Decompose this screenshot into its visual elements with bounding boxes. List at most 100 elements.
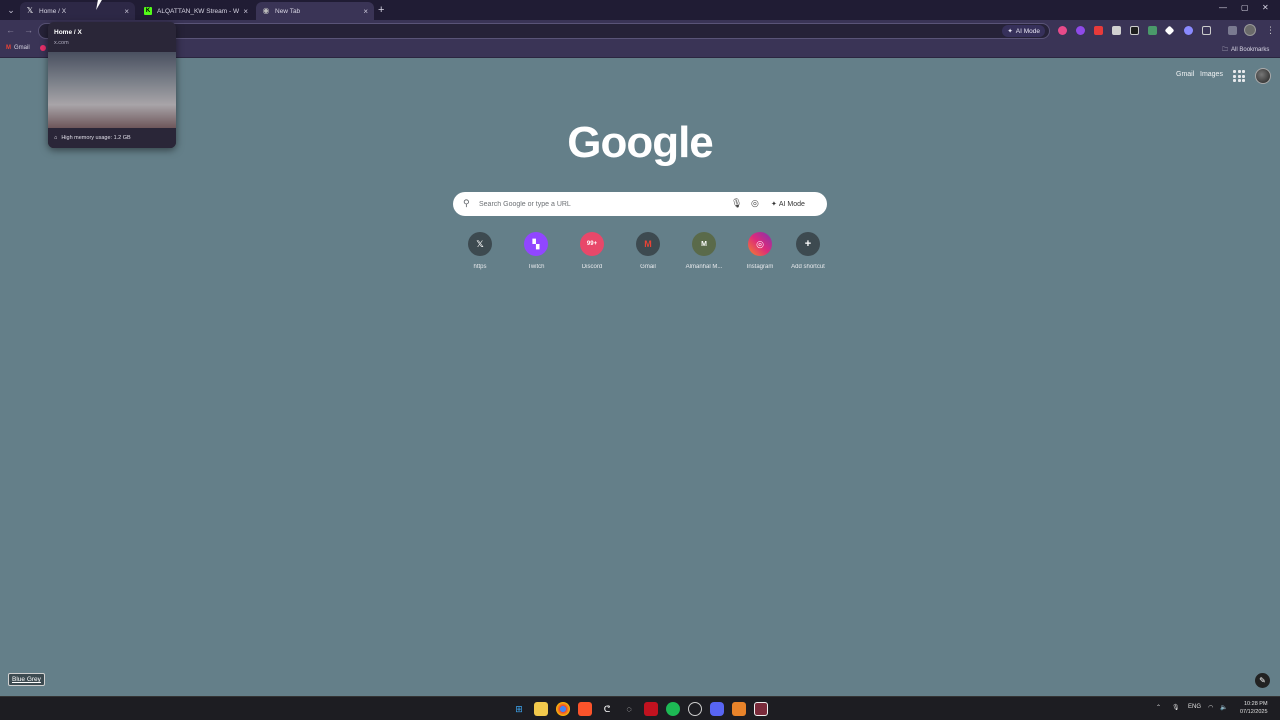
sparkle-search-icon: ✦ [771,201,777,208]
shortcut-label: Twitch [527,264,545,270]
all-bookmarks-label: All Bookmarks [1231,47,1270,53]
ai-mode-label: AI Mode [778,200,805,208]
images-link[interactable]: Images [1200,71,1223,78]
search-icon: ⚲ [463,198,470,208]
bookmark-red[interactable] [40,45,46,51]
profile-avatar[interactable] [1244,24,1256,36]
steam-icon[interactable] [688,702,702,716]
search-box[interactable]: ⚲ 🎙 ◎ ✦ AI Mode [453,192,827,216]
shortcut-label: Gmail [640,264,656,270]
discord-shortcut-icon: 99+ [580,232,604,256]
shortcut-add[interactable]: + Add shortcut [780,232,836,276]
file-explorer-icon[interactable] [534,702,548,716]
chrome-icon[interactable] [556,702,570,716]
tray-chevron-icon[interactable]: ⌃ [1156,704,1161,711]
tab-close-icon[interactable]: × [363,7,368,16]
orange-app-icon[interactable] [732,702,746,716]
mic-tray-icon[interactable]: 🎙 [1172,704,1180,711]
loading-ring-icon[interactable]: ◌ [622,702,636,716]
shortcut-label: Discord [581,264,603,270]
tab-title: New Tab [275,7,301,15]
tab-close-icon[interactable]: × [124,7,129,16]
discord-icon[interactable] [710,702,724,716]
shortcut-discord[interactable]: 99+ Discord [564,232,620,276]
shortcut-gmail[interactable]: M Gmail [620,232,676,276]
extensions-puzzle-icon[interactable] [1202,26,1211,35]
hover-card-domain: x.com [54,40,69,46]
folder-icon: 🗀 [1222,47,1229,53]
shortcut-twitch[interactable]: ▚ Twitch [508,232,564,276]
ai-mode-button[interactable]: ✦ AI Mode [771,197,805,211]
minimize-icon[interactable]: — [1219,3,1227,12]
instagram-shortcut-icon: ◎ [748,232,772,256]
x-shortcut-icon: 𝕏 [468,232,492,256]
kick-logo-icon: K [144,7,152,15]
tab-home-x[interactable]: 𝕏 Home / X × [20,2,135,20]
x-logo-icon: 𝕏 [26,6,34,15]
spotify-icon[interactable] [666,702,680,716]
add-shortcut-icon: + [796,232,820,256]
shortcut-label: Add shortcut [791,264,825,270]
bookmark-gmail[interactable]: M Gmail [6,45,30,51]
gmail-shortcut-icon: M [636,232,660,256]
address-bar[interactable]: ✦ AI Mode [38,23,1050,39]
tab-search-chevron-icon[interactable]: ⌄ [4,3,18,17]
back-icon[interactable]: ← [6,25,15,35]
omnibox-ai-mode-button[interactable]: ✦ AI Mode [1002,25,1045,37]
google-lens-icon[interactable]: ◎ [751,198,759,209]
account-avatar[interactable] [1255,68,1271,84]
bookmark-label: Gmail [14,45,30,51]
volume-icon[interactable]: 🔈 [1220,704,1227,711]
shortcuts-grid: 𝕏 https ▚ Twitch 99+ Discord M Gmail M A… [452,232,836,276]
tab-groups-icon[interactable] [1228,26,1237,35]
brave-icon[interactable] [578,702,592,716]
language-indicator[interactable]: ENG [1188,704,1201,710]
tab-alqattan-stream[interactable]: K ALQATTAN_KW Stream - Watc × [138,2,254,20]
shortcut-almanhal[interactable]: M Almanhal M... [676,232,732,276]
almanhal-shortcut-icon: M [692,232,716,256]
hover-card-title: Home / X [54,29,82,36]
gmail-link[interactable]: Gmail [1176,71,1194,78]
extension-diamond-icon[interactable] [1164,25,1175,36]
menu-kebab-icon[interactable]: ⋮ [1266,25,1275,36]
forward-icon[interactable]: → [24,25,33,35]
google-logo: Google [567,118,714,167]
google-apps-icon[interactable] [1233,70,1245,82]
extension-shield-icon[interactable] [1148,26,1157,35]
extension-purple-icon[interactable] [1076,26,1085,35]
all-bookmarks[interactable]: 🗀 All Bookmarks [1222,45,1269,55]
extension-eye-icon[interactable] [1184,26,1193,35]
system-clock[interactable]: 10:28 PM 07/12/2025 [1240,700,1268,716]
clock-date: 07/12/2025 [1240,709,1268,715]
wifi-icon[interactable]: ◠ [1208,704,1213,711]
omnibox-ai-mode-label: AI Mode [1015,27,1040,35]
red-app-icon[interactable] [644,702,658,716]
browser-toolbar: ← → ✦ AI Mode ⋮ [0,20,1280,42]
calendar-app-icon[interactable] [754,702,768,716]
shortcut-label: Almanhal M... [685,264,723,270]
bookmarks-bar: M Gmail 🗀 All Bookmarks [0,42,1280,58]
windows-start-icon[interactable]: ⊞ [512,702,526,716]
tab-new-tab[interactable]: ◉ New Tab × [256,2,374,20]
tab-title: ALQATTAN_KW Stream - Watc [157,7,240,15]
customize-pencil-icon[interactable]: ✎ [1255,673,1270,688]
close-window-icon[interactable]: ✕ [1262,3,1269,12]
extension-pink-icon[interactable] [1058,26,1067,35]
chrome-newtab-icon: ◉ [262,6,270,15]
microphone-icon[interactable]: 🎙 [731,198,742,209]
shortcut-https[interactable]: 𝕏 https [452,232,508,276]
shortcut-label: https [473,264,487,270]
maximize-icon[interactable]: ▢ [1241,3,1249,12]
extension-red-icon[interactable] [1094,26,1103,35]
tab-title: Home / X [39,7,67,15]
extension-grid-icon[interactable] [1112,26,1121,35]
sparkle-search-icon: ✦ [1007,28,1013,35]
extension-d-icon[interactable] [1130,26,1139,35]
theme-name-link[interactable]: Blue Grey [8,673,45,686]
windows-taskbar: ⊞ ᕦ ◌ ⌃ 🎙 ENG ◠ 🔈 10:28 PM 07/12/2025 [0,696,1280,720]
search-input[interactable] [479,196,729,212]
capcut-icon[interactable]: ᕦ [600,702,614,716]
new-tab-button[interactable]: + [378,3,384,17]
clock-time: 10:28 PM [1243,701,1268,707]
tab-close-icon[interactable]: × [243,7,248,16]
